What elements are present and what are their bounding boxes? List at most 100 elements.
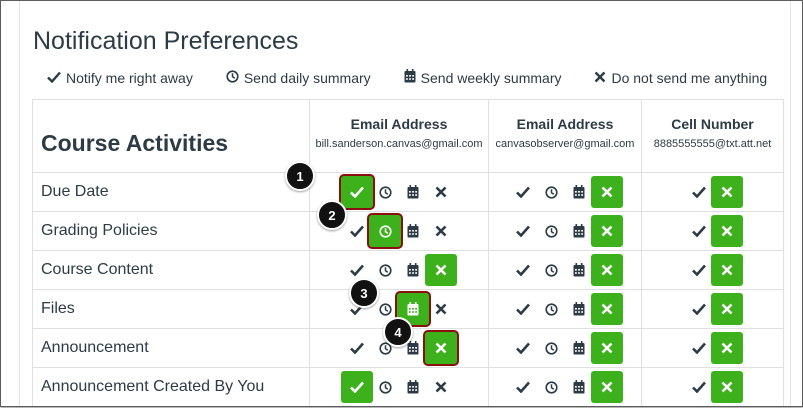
calendar-icon (573, 341, 585, 355)
clock-icon (378, 380, 392, 394)
channel-header: Email Address canvasobserver@gmail.com (488, 99, 642, 173)
option-never-button[interactable] (710, 254, 743, 286)
option-never-button[interactable] (425, 293, 457, 325)
preference-options (489, 368, 641, 406)
calendar-icon (407, 185, 419, 199)
option-never-button[interactable] (710, 293, 743, 325)
option-never-button[interactable] (591, 254, 623, 286)
check-icon (691, 303, 706, 315)
option-right-away-button[interactable] (683, 371, 715, 403)
x-icon (601, 342, 613, 354)
option-never-button[interactable] (710, 371, 743, 403)
channel-address: bill.sanderson.canvas@gmail.com (315, 138, 483, 150)
option-never-button[interactable] (591, 332, 623, 364)
check-icon (350, 381, 364, 393)
legend-item-never: Do not send me anything (594, 69, 767, 86)
calendar-icon (573, 263, 585, 277)
option-never-button[interactable] (425, 215, 457, 247)
preference-cell (641, 367, 784, 406)
channel-name: Email Address (516, 116, 614, 132)
row-label: Course Content (32, 250, 310, 290)
x-icon (721, 342, 733, 354)
check-icon (350, 342, 364, 354)
option-right-away-button[interactable] (683, 215, 715, 247)
preference-options (642, 212, 783, 250)
callout-badge: 1 (285, 161, 315, 191)
table-row: Announcement Created By You (32, 367, 784, 406)
calendar-icon (573, 185, 585, 199)
option-never-button[interactable] (591, 371, 623, 403)
preference-options (642, 251, 783, 289)
preference-options (642, 329, 783, 367)
row-label: Due Date (32, 172, 310, 212)
preference-options (489, 212, 641, 250)
x-icon (435, 186, 447, 198)
check-icon (516, 303, 530, 315)
x-icon (594, 70, 611, 86)
screenshot-frame: Notification Preferences Notify me right… (0, 0, 803, 407)
check-icon (691, 264, 706, 276)
option-never-button[interactable] (425, 371, 457, 403)
legend-item-right-away: Notify me right away (47, 69, 193, 86)
check-icon (691, 342, 706, 354)
preference-cell (641, 250, 784, 290)
legend-label: Notify me right away (66, 69, 193, 86)
clock-icon (378, 263, 392, 277)
channel-header: Cell Number 8885555555@txt.att.net (641, 99, 784, 173)
channel-address: 8885555555@txt.att.net (653, 138, 772, 150)
option-right-away-button[interactable] (683, 254, 715, 286)
channel-name: Email Address (350, 116, 448, 132)
legend-item-weekly: Send weekly summary (404, 69, 562, 86)
preference-cell (641, 211, 784, 251)
option-never-button[interactable] (710, 332, 743, 364)
legend-label: Do not send me anything (611, 69, 768, 86)
preference-options (489, 329, 641, 367)
preference-options (310, 251, 488, 289)
clock-icon (544, 263, 558, 277)
x-icon (435, 264, 447, 276)
table-header-row: Course Activities Email Address bill.sand… (32, 99, 784, 173)
check-icon (691, 381, 706, 393)
calendar-icon (407, 341, 419, 355)
row-label: Grading Policies (32, 211, 310, 251)
option-right-away-button[interactable] (683, 293, 715, 325)
calendar-icon (573, 302, 585, 316)
option-right-away-button[interactable] (683, 332, 715, 364)
preference-cell (641, 172, 784, 212)
option-never-button[interactable] (425, 254, 457, 286)
check-icon (47, 70, 66, 86)
option-never-button[interactable] (425, 176, 457, 208)
clock-icon (544, 341, 558, 355)
row-label: Files (32, 289, 310, 329)
option-never-button[interactable] (591, 176, 623, 208)
x-icon (601, 225, 613, 237)
channel-name: Cell Number (671, 116, 754, 132)
x-icon (601, 186, 613, 198)
legend-label: Send weekly summary (420, 69, 562, 86)
option-never-button[interactable] (591, 293, 623, 325)
check-icon (516, 381, 530, 393)
check-icon (516, 225, 530, 237)
option-right-away-button[interactable] (683, 176, 715, 208)
section-title: Course Activities (32, 99, 310, 173)
page-title: Notification Preferences (33, 27, 299, 55)
preference-cell (641, 289, 784, 329)
preference-cell (488, 367, 642, 406)
check-icon (350, 186, 364, 198)
option-never-button[interactable] (591, 215, 623, 247)
clock-icon (544, 224, 558, 238)
option-never-button[interactable] (710, 215, 743, 247)
preference-cell (309, 367, 489, 406)
notification-table: Course Activities Email Address bill.sand… (32, 99, 784, 406)
clock-icon (544, 302, 558, 316)
x-icon (601, 303, 613, 315)
option-never-button[interactable] (710, 176, 743, 208)
check-icon (350, 264, 364, 276)
table-row: Course Content (32, 250, 784, 290)
clock-icon (544, 185, 558, 199)
callout-badge: 3 (349, 278, 379, 308)
x-icon (721, 186, 733, 198)
channel-header: Email Address bill.sanderson.canvas@gmail… (309, 99, 489, 173)
preference-cell (309, 250, 489, 290)
option-never-button[interactable] (425, 332, 457, 364)
